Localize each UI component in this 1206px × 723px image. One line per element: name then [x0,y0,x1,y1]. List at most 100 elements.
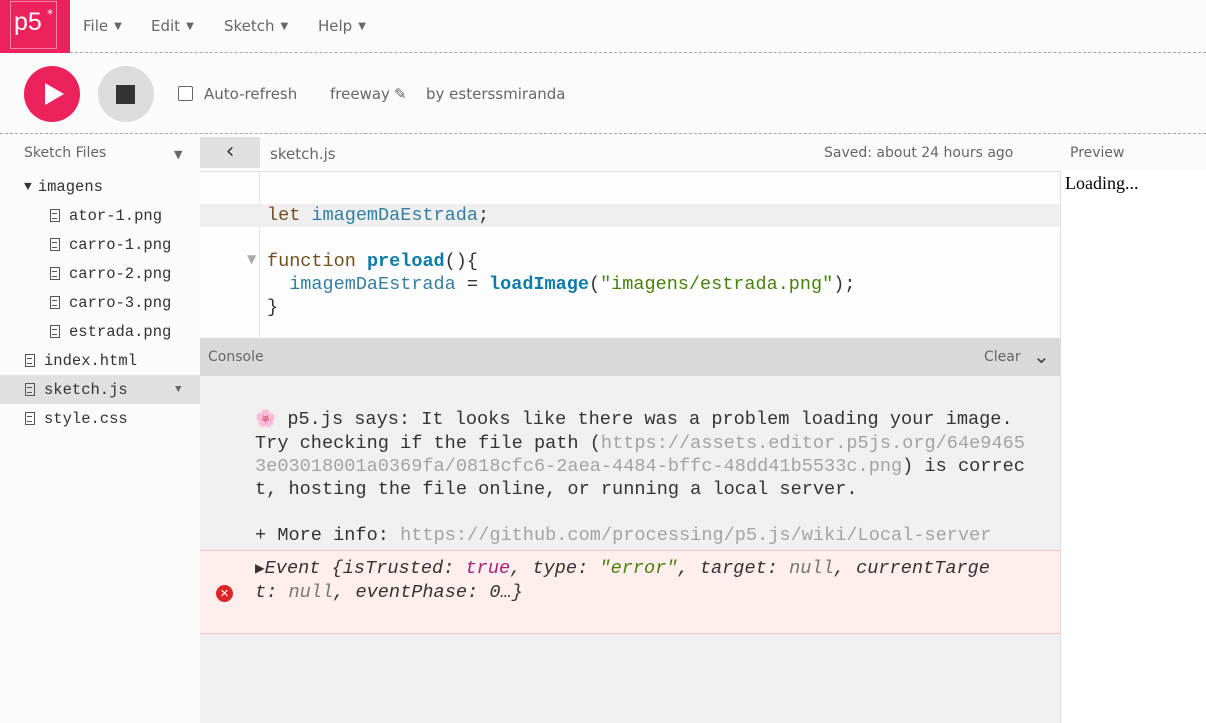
preview-pane: Loading... [1060,171,1206,723]
logo-text: p5 [14,8,42,36]
menu-file[interactable]: File ▼ [83,17,122,35]
code-token: = [455,274,490,295]
preview-title: Preview [1070,145,1125,161]
file-carro-1[interactable]: carro-1.png [0,230,200,259]
code-line: imagemDaEstrada = loadImage("imagens/est… [267,273,855,296]
code-token: ); [833,274,856,295]
console-title: Console [208,349,264,365]
err-token: Event {isTrusted: [264,558,466,579]
file-carro-2[interactable]: carro-2.png [0,259,200,288]
msg-text: ) is correc [902,456,1025,477]
err-token: null [288,582,334,603]
file-name: carro-2.png [69,264,172,283]
code-token: preload [366,251,445,272]
chevron-left-icon: ‹ [225,139,235,164]
code-token: let [267,205,301,226]
error-icon: ✕ [216,585,233,602]
menu-label: File [83,17,109,35]
msg-text: p5.js says: It looks like there was a pr… [276,409,1013,430]
caret-down-icon: ▼ [114,20,122,32]
error-event-text[interactable]: ▶Event {isTrusted: true, type: "error", … [255,557,990,604]
stop-button[interactable] [98,66,154,122]
menu-sketch[interactable]: Sketch ▼ [224,17,288,35]
code-line: } [267,296,278,319]
err-token: , eventPhase: 0…} [333,582,523,603]
file-options-caret-icon[interactable]: ▼ [175,384,182,396]
code-line: function preload(){ [267,250,478,273]
code-token: function [267,251,356,272]
sketch-author[interactable]: by esterssmiranda [426,85,565,103]
expand-triangle-icon[interactable]: ▶ [255,560,265,578]
collapse-sidebar-button[interactable]: ‹ [200,137,260,168]
menu-label: Edit [151,17,181,35]
p5-logo[interactable]: p5 * [0,0,70,53]
file-name: carro-1.png [69,235,172,254]
file-icon [50,209,60,222]
auto-refresh-checkbox[interactable] [178,86,193,101]
sketch-name[interactable]: freeway [330,85,390,103]
code-token: imagemDaEstrada [267,274,456,295]
file-name: carro-3.png [69,293,172,312]
code-line: let imagemDaEstrada; [267,204,489,227]
code-token: "imagens/estrada.png" [600,274,834,295]
code-token: } [267,297,279,318]
console-header: Console Clear ⌄ [200,338,1060,376]
cherry-blossom-icon: 🌸 [255,411,277,430]
caret-down-icon: ▼ [186,20,194,32]
files-menu-caret-icon[interactable]: ▼ [174,148,182,161]
msg-text: Try checking if the file path ( [255,433,601,454]
file-icon [50,267,60,280]
msg-text: t, hosting the file online, or running a… [255,479,858,500]
toolbar: Auto-refresh freeway ✎ by esterssmiranda [0,54,1206,134]
file-name: sketch.js [44,380,128,399]
asset-url[interactable]: 3e03018001a0369fa/0818cfc6-2aea-4484-bff… [255,456,902,477]
file-index-html[interactable]: index.html [0,346,200,375]
menu-label: Help [318,17,353,35]
console-error-entry: ✕ ▶Event {isTrusted: true, type: "error"… [200,550,1060,634]
file-estrada[interactable]: estrada.png [0,317,200,346]
triangle-down-icon: ▼ [24,179,32,194]
file-icon [25,383,35,396]
err-token: true [465,558,511,579]
caret-down-icon: ▼ [358,20,366,32]
auto-refresh-label[interactable]: Auto-refresh [204,85,297,103]
file-icon [50,238,60,251]
folder-imagens[interactable]: ▼ imagens [0,172,200,201]
top-nav: p5 * File ▼ Edit ▼ Sketch ▼ Help ▼ [0,0,1206,53]
play-button[interactable] [24,66,80,122]
file-name: index.html [44,351,138,370]
menu-label: Sketch [224,17,275,35]
err-token: , target: [677,558,790,579]
more-info-label: + More info: [255,525,401,546]
file-carro-3[interactable]: carro-3.png [0,288,200,317]
console-clear-button[interactable]: Clear [984,349,1021,365]
code-editor[interactable]: let imagemDaEstrada; ▼ function preload(… [200,171,1060,339]
file-icon [50,325,60,338]
file-style-css[interactable]: style.css [0,404,200,433]
fold-arrow-icon[interactable]: ▼ [247,252,256,266]
editor-filename: sketch.js [270,145,336,163]
logo-star: * [47,7,53,21]
err-token: , currentTarge [833,558,990,579]
asset-url[interactable]: https://assets.editor.p5js.org/64e9465 [601,433,1025,454]
code-token: imagemDaEstrada [300,205,478,226]
err-token: t: [255,582,289,603]
err-token: null [789,558,834,579]
console-message: 🌸 p5.js says: It looks like there was a … [255,408,1025,547]
file-icon [50,296,60,309]
preview-loading-text: Loading... [1065,173,1139,193]
menu-edit[interactable]: Edit ▼ [151,17,194,35]
file-sketch-js[interactable]: sketch.js ▼ [0,375,200,404]
pencil-icon[interactable]: ✎ [394,85,407,103]
file-icon [25,354,35,367]
file-name: ator-1.png [69,206,163,225]
err-token: , type: [510,558,600,579]
err-token: "error" [599,558,678,579]
more-info-link[interactable]: https://github.com/processing/p5.js/wiki… [400,525,991,546]
code-token: loadImage [489,274,589,295]
sketch-files-header: Sketch Files [24,145,107,161]
file-ator-1[interactable]: ator-1.png [0,201,200,230]
file-tree: ▼ imagens ator-1.png carro-1.png carro-2.… [0,171,200,723]
menu-help[interactable]: Help ▼ [318,17,366,35]
chevron-down-icon[interactable]: ⌄ [1033,344,1050,368]
